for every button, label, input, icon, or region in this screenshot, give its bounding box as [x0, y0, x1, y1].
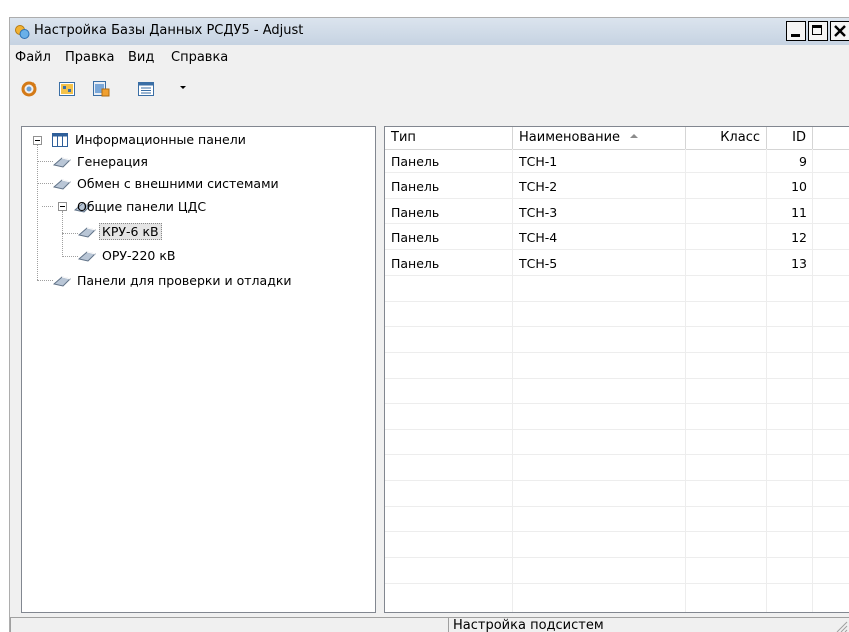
- cell-name: ТСН-3: [519, 205, 558, 220]
- grid-line: [385, 326, 849, 327]
- cell-id: 11: [791, 205, 807, 220]
- resize-grip-icon[interactable]: [834, 619, 848, 632]
- tree-node-label: Генерация: [77, 154, 148, 169]
- grid-line: [385, 378, 849, 379]
- tree-node-generation[interactable]: Генерация: [22, 151, 375, 171]
- menu-bar: Файл Правка Вид Справка: [10, 45, 849, 69]
- grid-line: [385, 352, 849, 353]
- close-button[interactable]: [830, 21, 849, 41]
- grid-line: [385, 557, 849, 558]
- cell-name: ТСН-2: [519, 179, 558, 194]
- tree-node-oru-220kv[interactable]: ОРУ-220 кВ: [22, 245, 375, 265]
- table-row[interactable]: Панель ТСН-2 10: [385, 175, 849, 200]
- panel-icon: [78, 227, 96, 238]
- table-row[interactable]: Панель ТСН-4 12: [385, 226, 849, 251]
- cell-name: ТСН-1: [519, 154, 558, 169]
- grid-line: [385, 531, 849, 532]
- column-header-label: Наименование: [519, 130, 621, 145]
- view-dropdown-arrow[interactable]: [180, 86, 186, 89]
- collapse-button[interactable]: [58, 202, 67, 211]
- tree-node-external-exchange[interactable]: Обмен с внешними системами: [22, 173, 375, 193]
- column-header-id[interactable]: ID: [767, 127, 813, 149]
- grid-line: [385, 583, 849, 584]
- tree-node-root[interactable]: Информационные панели: [22, 129, 375, 149]
- status-panel-left: [10, 617, 448, 632]
- tree-node-label: Обмен с внешними системами: [77, 176, 279, 191]
- table-row[interactable]: Панель ТСН-5 13: [385, 252, 849, 277]
- collapse-button[interactable]: [33, 136, 42, 145]
- sort-ascending-icon: [630, 133, 639, 138]
- cell-id: 12: [791, 230, 807, 245]
- table-row[interactable]: Панель ТСН-3 11: [385, 201, 849, 226]
- column-header-type[interactable]: Тип: [385, 127, 513, 149]
- menu-help[interactable]: Справка: [171, 50, 228, 65]
- app-database-icon: [15, 25, 30, 39]
- cell-type: Панель: [391, 230, 440, 245]
- title-bar[interactable]: Настройка Базы Данных РСДУ5 - Adjust: [10, 18, 849, 45]
- tree-node-label: Информационные панели: [75, 132, 246, 147]
- cell-type: Панель: [391, 179, 440, 194]
- panel-settings-icon[interactable]: [92, 80, 110, 98]
- cell-name: ТСН-5: [519, 256, 558, 271]
- tree-node-label: ОРУ-220 кВ: [102, 248, 176, 263]
- grid-line: [385, 506, 849, 507]
- grid-line: [385, 301, 849, 302]
- cell-type: Панель: [391, 154, 440, 169]
- close-icon: [834, 25, 846, 37]
- tree-node-label: Общие панели ЦДС: [77, 199, 207, 214]
- grid-line: [385, 454, 849, 455]
- table-panel-icon: [52, 133, 68, 147]
- menu-file[interactable]: Файл: [15, 50, 51, 65]
- list-pane[interactable]: Тип Наименование Класс ID Панель ТСН-1 9…: [384, 126, 849, 613]
- cell-type: Панель: [391, 256, 440, 271]
- cell-name: ТСН-4: [519, 230, 558, 245]
- grid-line: [385, 480, 849, 481]
- column-header-name[interactable]: Наименование: [513, 127, 686, 149]
- window-title: Настройка Базы Данных РСДУ5 - Adjust: [34, 23, 304, 38]
- tree-node-label: Панели для проверки и отладки: [77, 273, 292, 288]
- tree-node-kru-6kv[interactable]: КРУ-6 кВ: [22, 221, 375, 241]
- grid-line: [385, 403, 849, 404]
- table-row[interactable]: Панель ТСН-1 9: [385, 150, 849, 175]
- maximize-button[interactable]: [808, 21, 828, 41]
- panel-icon: [53, 157, 71, 168]
- list-view-icon[interactable]: [137, 80, 155, 98]
- caption-buttons: [784, 21, 849, 43]
- cell-id: 9: [799, 154, 807, 169]
- tree-node-label: КРУ-6 кВ: [99, 223, 162, 240]
- app-window: Настройка Базы Данных РСДУ5 - Adjust Фай…: [9, 17, 849, 632]
- tree-node-common-panels[interactable]: Общие панели ЦДС: [22, 196, 375, 216]
- refresh-icon[interactable]: [20, 80, 38, 98]
- cell-id: 10: [791, 179, 807, 194]
- tree-node-debug-panels[interactable]: Панели для проверки и отладки: [22, 270, 375, 290]
- panel-icon: [53, 179, 71, 190]
- panel-icon: [78, 251, 96, 262]
- panel-view-icon[interactable]: [58, 80, 76, 98]
- minimize-button[interactable]: [786, 21, 806, 41]
- menu-view[interactable]: Вид: [128, 50, 154, 65]
- status-bar: Настройка подсистем: [10, 617, 849, 632]
- cell-type: Панель: [391, 205, 440, 220]
- grid-line: [385, 429, 849, 430]
- column-header-class[interactable]: Класс: [686, 127, 767, 149]
- list-header: Тип Наименование Класс ID: [385, 127, 849, 150]
- cell-id: 13: [791, 256, 807, 271]
- menu-edit[interactable]: Правка: [65, 50, 114, 65]
- toolbar: [10, 70, 849, 106]
- tree-pane[interactable]: Информационные панели Генерация Обмен с …: [21, 126, 376, 613]
- status-panel-center: Настройка подсистем: [448, 617, 849, 632]
- panel-icon: [53, 276, 71, 287]
